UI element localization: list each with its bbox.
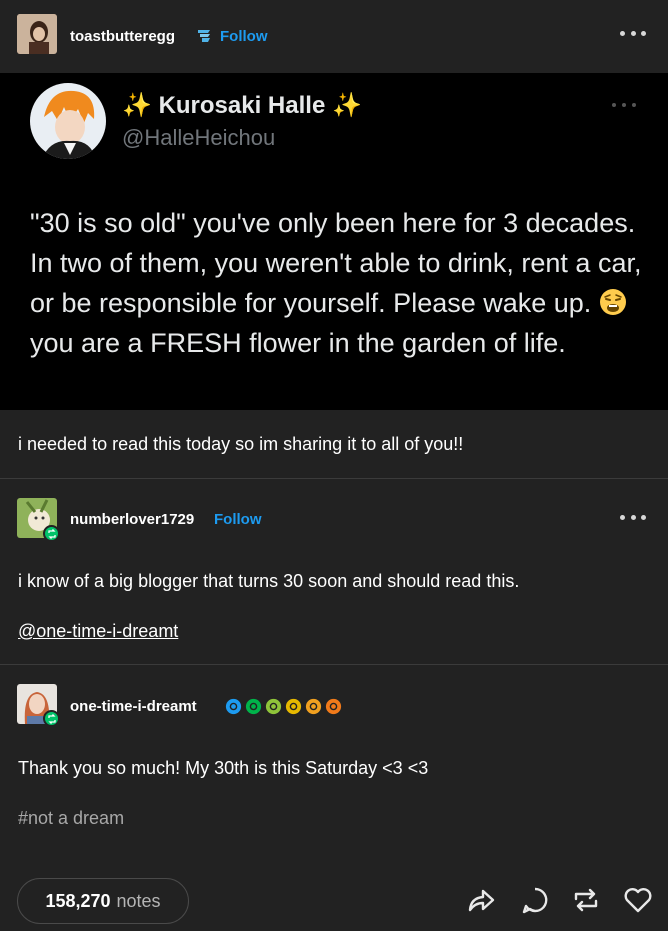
tweet-text: "30 is so old" you've only been here for… (30, 208, 642, 358)
divider (0, 478, 668, 479)
verified-badges[interactable] (224, 697, 343, 716)
reblog1-mention-link[interactable]: @one-time-i-dreamt (18, 621, 178, 642)
reblog1-text: i know of a big blogger that turns 30 so… (18, 571, 520, 591)
more-options-icon[interactable] (620, 29, 646, 37)
weary-face-emoji-icon (599, 287, 627, 315)
notes-label: notes (116, 890, 161, 911)
reblog-icon[interactable] (570, 884, 602, 916)
reblog1-follow-button[interactable]: Follow (214, 511, 262, 528)
notes-button[interactable]: 158,270 notes (17, 878, 189, 924)
notes-count: 158,270 (45, 890, 111, 911)
reblog2-text: Thank you so much! My 30th is this Satur… (18, 758, 429, 778)
badge-icon (305, 698, 322, 715)
share-icon[interactable] (465, 884, 497, 916)
tweet-avatar (30, 83, 106, 159)
tag-link[interactable]: #not a dream (18, 808, 124, 829)
divider (0, 664, 668, 665)
reblog-badge-icon (43, 710, 60, 727)
post-author-name[interactable]: toastbutteregg (70, 28, 175, 45)
reblog-badge-icon (43, 525, 60, 542)
reply-icon[interactable] (519, 884, 551, 916)
reblog2-author-name[interactable]: one-time-i-dreamt (70, 698, 197, 715)
badge-icon (285, 698, 302, 715)
author-avatar[interactable] (17, 14, 57, 54)
follow-button[interactable]: Follow (220, 28, 268, 45)
tweet-image: ✨ Kurosaki Halle ✨ @HalleHeichou "30 is … (0, 73, 668, 410)
blog-badge-icon (196, 27, 214, 50)
like-heart-icon[interactable] (622, 884, 654, 916)
reblog1-more-options-icon[interactable] (620, 513, 646, 521)
reblog1-author-name[interactable]: numberlover1729 (70, 511, 194, 528)
tweet-handle: @HalleHeichou (122, 125, 276, 150)
badge-icon (245, 698, 262, 715)
badge-icon (265, 698, 282, 715)
badge-icon (225, 698, 242, 715)
tweet-more-icon (612, 103, 636, 107)
badge-icon (325, 698, 342, 715)
post-caption: i needed to read this today so im sharin… (18, 434, 464, 454)
tweet-display-name: ✨ Kurosaki Halle ✨ (122, 92, 362, 119)
